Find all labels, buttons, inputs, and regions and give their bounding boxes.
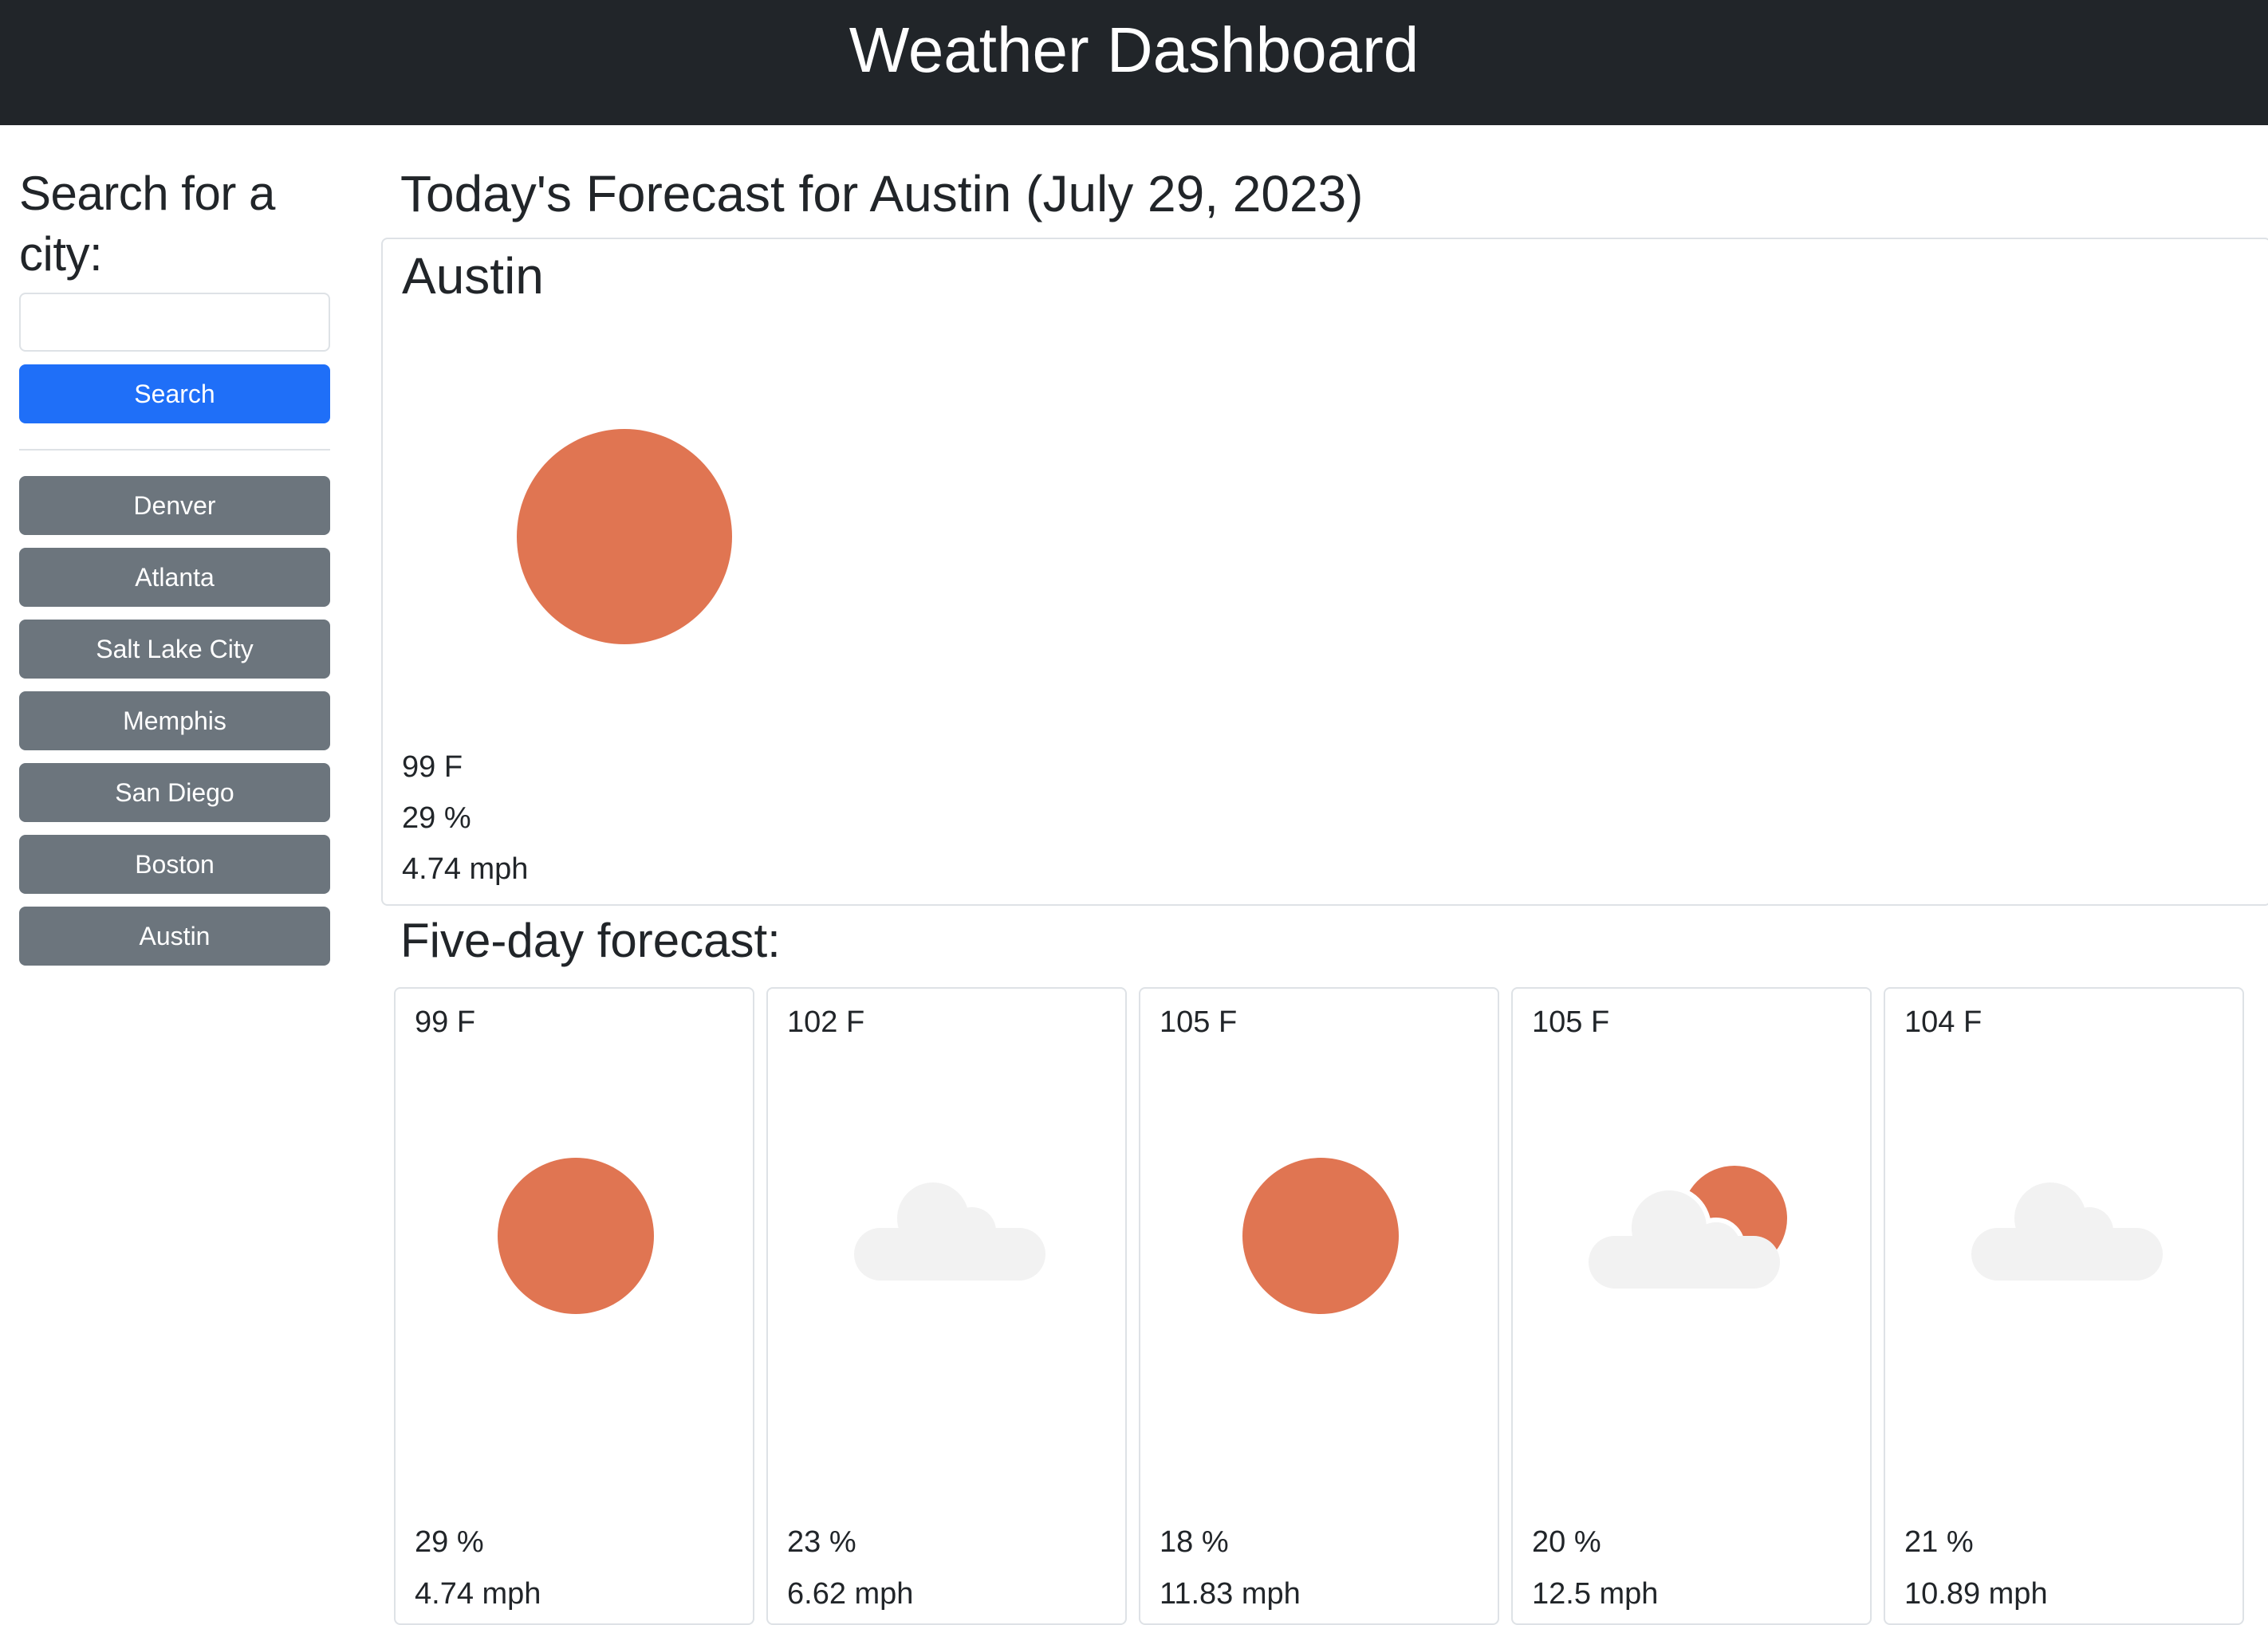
cloud-icon (1885, 1116, 2246, 1355)
forecast-humidity: 21 % (1904, 1525, 1974, 1559)
sun-icon (396, 1116, 756, 1355)
forecast-card: 105 F 20 % 12.5 mph (1511, 987, 1872, 1625)
today-temp: 99 F (402, 750, 463, 784)
history-button-salt-lake-city[interactable]: Salt Lake City (19, 620, 330, 679)
today-city: Austin (402, 247, 544, 305)
history-button-atlanta[interactable]: Atlanta (19, 548, 330, 607)
forecast-card: 102 F 23 % 6.62 mph (766, 987, 1127, 1625)
search-input[interactable] (19, 293, 330, 352)
partly-cloudy-icon (1513, 1116, 1873, 1355)
sun-icon (1140, 1116, 1501, 1355)
forecast-wind: 11.83 mph (1160, 1577, 1301, 1611)
forecast-temp: 105 F (1532, 1005, 1610, 1039)
forecast-humidity: 23 % (787, 1525, 856, 1559)
page-title: Weather Dashboard (849, 14, 1419, 85)
forecast-humidity: 18 % (1160, 1525, 1229, 1559)
today-stats: 99 F 29 % 4.74 mph (402, 742, 528, 895)
forecast-wind: 12.5 mph (1532, 1577, 1659, 1611)
sidebar: Search for a city: Search Denver Atlanta… (19, 163, 330, 978)
forecast-temp: 105 F (1160, 1005, 1238, 1039)
history-button-memphis[interactable]: Memphis (19, 691, 330, 750)
forecast-wind: 10.89 mph (1904, 1577, 2048, 1611)
forecast-temp: 102 F (787, 1005, 865, 1039)
history-button-san-diego[interactable]: San Diego (19, 763, 330, 822)
page-header: Weather Dashboard (0, 0, 2268, 125)
forecast-card: 104 F 21 % 10.89 mph (1884, 987, 2244, 1625)
sun-icon (517, 429, 732, 644)
history-button-denver[interactable]: Denver (19, 476, 330, 535)
search-button[interactable]: Search (19, 364, 330, 423)
today-wind: 4.74 mph (402, 852, 529, 886)
forecast-temp: 99 F (415, 1005, 476, 1039)
forecast-card: 99 F 29 % 4.74 mph (394, 987, 754, 1625)
forecast-row: 99 F 29 % 4.74 mph 102 F 23 % 6.62 mph 1… (394, 987, 2260, 1625)
forecast-humidity: 29 % (415, 1525, 484, 1559)
forecast-wind: 6.62 mph (787, 1577, 914, 1611)
today-humidity: 29 % (402, 801, 471, 835)
history-button-austin[interactable]: Austin (19, 907, 330, 966)
forecast-temp: 104 F (1904, 1005, 1983, 1039)
forecast-title: Today's Forecast for Austin (July 29, 20… (400, 165, 1364, 222)
five-day-title: Five-day forecast: (400, 914, 781, 967)
cloud-icon (768, 1116, 1128, 1355)
history-button-boston[interactable]: Boston (19, 835, 330, 894)
today-card: Austin 99 F 29 % 4.74 mph (381, 238, 2268, 906)
sidebar-divider (19, 449, 330, 451)
forecast-wind: 4.74 mph (415, 1577, 541, 1611)
search-heading: Search for a city: (19, 167, 275, 281)
forecast-humidity: 20 % (1532, 1525, 1601, 1559)
forecast-card: 105 F 18 % 11.83 mph (1139, 987, 1499, 1625)
